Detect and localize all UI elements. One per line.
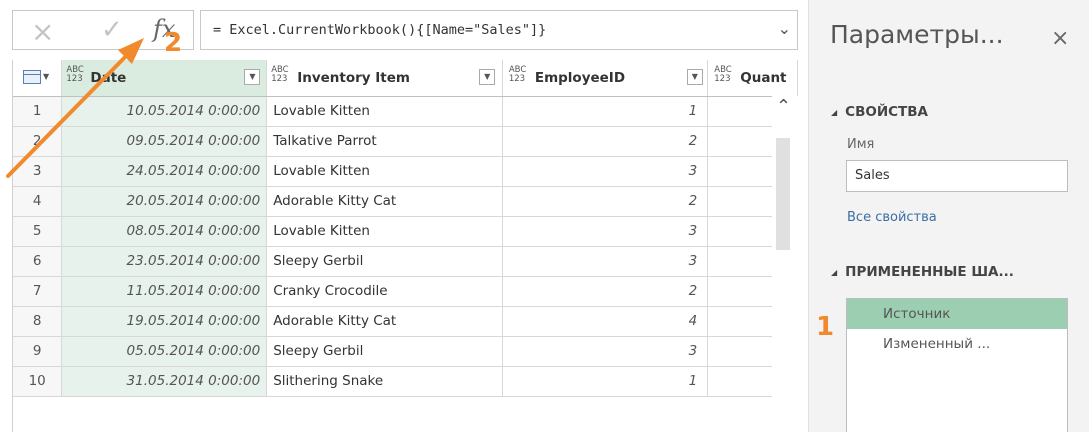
column-header-date[interactable]: ABC 123 Date ▼	[61, 60, 268, 97]
row-number[interactable]: 8	[13, 306, 63, 337]
grid-body: 1 10.05.2014 0:00:00 Lovable Kitten 1 2 09.05…	[13, 96, 798, 397]
column-header-label: Quant	[740, 70, 787, 86]
row-number[interactable]: 1	[13, 96, 63, 127]
cell-date[interactable]: 09.05.2014 0:00:00	[61, 126, 268, 157]
table-row[interactable]: 9 05.05.2014 0:00:00 Sleepy Gerbil 3	[13, 336, 798, 367]
vertical-scrollbar[interactable]: ⌃	[772, 96, 798, 432]
data-table: ▼ ABC 123 Date ▼ ABC 123 Inventory Item ▼ …	[13, 60, 798, 397]
cell-employeeid[interactable]: 1	[502, 366, 709, 397]
applied-steps-list: Источник Измененный ...	[846, 298, 1068, 432]
collapse-triangle-icon: ◢	[831, 267, 838, 277]
annotation-marker-1: 1	[816, 312, 835, 342]
cell-inventory-item[interactable]: Talkative Parrot	[266, 126, 503, 157]
type-any-icon: ABC 123	[271, 65, 289, 84]
cell-employeeid[interactable]: 2	[502, 126, 709, 157]
cell-inventory-item[interactable]: Adorable Kitty Cat	[266, 306, 503, 337]
table-icon	[23, 70, 41, 84]
query-settings-pane: Параметры... × ◢ СВОЙСТВА Имя Sales Все с…	[808, 0, 1089, 432]
cell-date[interactable]: 20.05.2014 0:00:00	[61, 186, 268, 217]
table-row[interactable]: 4 20.05.2014 0:00:00 Adorable Kitty Cat 2	[13, 186, 798, 217]
pane-title: Параметры...	[830, 20, 1004, 49]
name-label: Имя	[847, 137, 875, 152]
cell-employeeid[interactable]: 1	[502, 96, 709, 127]
applied-step-changed-type[interactable]: Измененный ...	[847, 329, 1067, 359]
table-row[interactable]: 8 19.05.2014 0:00:00 Adorable Kitty Cat 4	[13, 306, 798, 337]
table-row[interactable]: 6 23.05.2014 0:00:00 Sleepy Gerbil 3	[13, 246, 798, 277]
filter-dropdown-icon[interactable]: ▼	[686, 69, 703, 85]
cell-employeeid[interactable]: 3	[502, 246, 709, 277]
cell-date[interactable]: 24.05.2014 0:00:00	[61, 156, 268, 187]
cell-inventory-item[interactable]: Adorable Kitty Cat	[266, 186, 503, 217]
applied-step-source[interactable]: Источник	[847, 299, 1067, 329]
column-header-employeeid[interactable]: ABC 123 EmployeeID ▼	[502, 60, 709, 97]
filter-dropdown-icon[interactable]: ▼	[479, 69, 496, 85]
applied-steps-section-header[interactable]: ◢ ПРИМЕНЕННЫЕ ША...	[831, 264, 1014, 280]
column-header-label: EmployeeID	[534, 70, 626, 86]
close-icon[interactable]: ×	[1051, 26, 1069, 51]
all-properties-link[interactable]: Все свойства	[847, 210, 937, 225]
row-number[interactable]: 4	[13, 186, 63, 217]
table-menu-button[interactable]: ▼	[13, 60, 63, 97]
cell-employeeid[interactable]: 3	[502, 216, 709, 247]
cancel-formula-button[interactable]: ×	[31, 15, 54, 48]
table-row[interactable]: 2 09.05.2014 0:00:00 Talkative Parrot 2	[13, 126, 798, 157]
table-row[interactable]: 1 10.05.2014 0:00:00 Lovable Kitten 1	[13, 96, 798, 127]
formula-bar[interactable]: = Excel.CurrentWorkbook(){[Name="Sales"]…	[200, 10, 798, 50]
chevron-down-icon[interactable]: ⌄	[778, 19, 791, 38]
annotation-marker-2: 2	[164, 28, 183, 58]
caret-down-icon: ▼	[43, 72, 50, 81]
cell-date[interactable]: 31.05.2014 0:00:00	[61, 366, 268, 397]
table-row[interactable]: 5 08.05.2014 0:00:00 Lovable Kitten 3	[13, 216, 798, 247]
table-row[interactable]: 10 31.05.2014 0:00:00 Slithering Snake 1	[13, 366, 798, 397]
row-number[interactable]: 2	[13, 126, 63, 157]
cell-employeeid[interactable]: 3	[502, 336, 709, 367]
cell-date[interactable]: 05.05.2014 0:00:00	[61, 336, 268, 367]
cell-date[interactable]: 10.05.2014 0:00:00	[61, 96, 268, 127]
type-any-icon: ABC 123	[714, 65, 732, 84]
cell-inventory-item[interactable]: Sleepy Gerbil	[266, 336, 503, 367]
type-any-icon: ABC 123	[66, 65, 84, 84]
cell-employeeid[interactable]: 4	[502, 306, 709, 337]
cell-date[interactable]: 23.05.2014 0:00:00	[61, 246, 268, 277]
cell-employeeid[interactable]: 2	[502, 276, 709, 307]
column-header-label: Inventory Item	[297, 70, 410, 86]
cell-inventory-item[interactable]: Sleepy Gerbil	[266, 246, 503, 277]
cell-date[interactable]: 11.05.2014 0:00:00	[61, 276, 268, 307]
collapse-triangle-icon: ◢	[831, 107, 838, 117]
cell-inventory-item[interactable]: Lovable Kitten	[266, 96, 503, 127]
scroll-thumb[interactable]	[776, 138, 790, 250]
cell-inventory-item[interactable]: Lovable Kitten	[266, 216, 503, 247]
header-row: ▼ ABC 123 Date ▼ ABC 123 Inventory Item ▼ …	[13, 60, 798, 97]
column-header-quantity[interactable]: ABC 123 Quant	[707, 60, 798, 97]
data-grid: ▼ ABC 123 Date ▼ ABC 123 Inventory Item ▼ …	[12, 60, 798, 432]
confirm-formula-button[interactable]: ✓	[101, 15, 123, 45]
formula-text[interactable]: = Excel.CurrentWorkbook(){[Name="Sales"]…	[213, 22, 546, 38]
row-number[interactable]: 6	[13, 246, 63, 277]
row-number[interactable]: 7	[13, 276, 63, 307]
type-any-icon: ABC 123	[508, 65, 527, 84]
scroll-up-icon[interactable]: ⌃	[776, 96, 791, 117]
row-number[interactable]: 3	[13, 156, 63, 187]
cell-inventory-item[interactable]: Cranky Crocodile	[266, 276, 503, 307]
name-field[interactable]: Sales	[846, 160, 1068, 192]
column-header-inventory-item[interactable]: ABC 123 Inventory Item ▼	[266, 60, 503, 97]
table-row[interactable]: 3 24.05.2014 0:00:00 Lovable Kitten 3	[13, 156, 798, 187]
cell-employeeid[interactable]: 3	[502, 156, 709, 187]
cell-date[interactable]: 08.05.2014 0:00:00	[61, 216, 268, 247]
table-row[interactable]: 7 11.05.2014 0:00:00 Cranky Crocodile 2	[13, 276, 798, 307]
cell-inventory-item[interactable]: Slithering Snake	[266, 366, 503, 397]
properties-section-header[interactable]: ◢ СВОЙСТВА	[831, 104, 928, 120]
row-number[interactable]: 5	[13, 216, 63, 247]
cell-employeeid[interactable]: 2	[502, 186, 709, 217]
filter-dropdown-icon[interactable]: ▼	[244, 69, 261, 85]
cell-date[interactable]: 19.05.2014 0:00:00	[61, 306, 268, 337]
row-number[interactable]: 10	[13, 366, 63, 397]
column-header-label: Date	[90, 70, 127, 86]
row-number[interactable]: 9	[13, 336, 63, 367]
cell-inventory-item[interactable]: Lovable Kitten	[266, 156, 503, 187]
